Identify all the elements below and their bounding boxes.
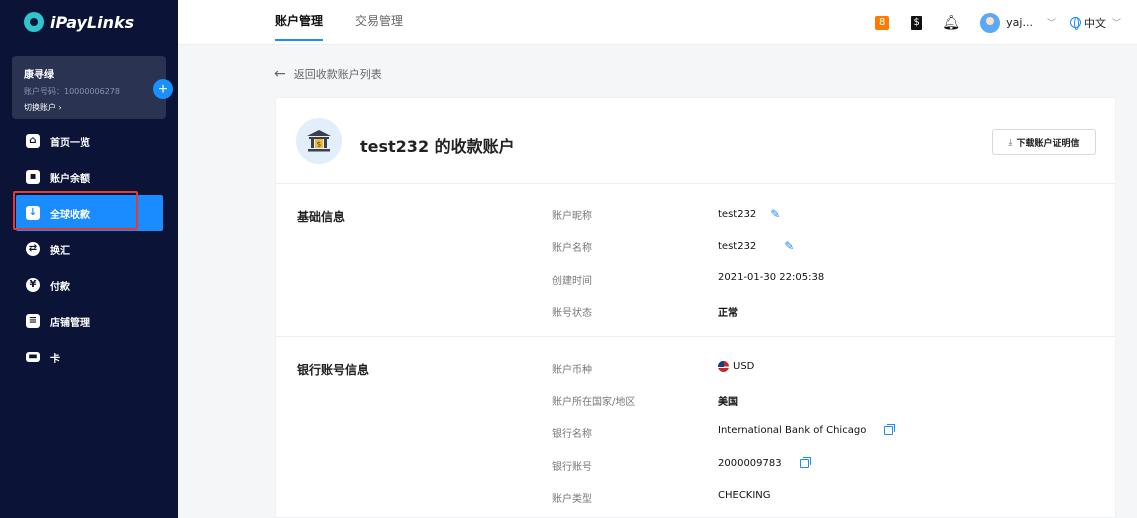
edit-icon[interactable]: ✎ (770, 207, 780, 221)
wallet-icon: ▪ (26, 170, 40, 184)
card-header: $ test232 的收款账户 ⤓ 下载账户证明信 (276, 98, 1115, 184)
back-link-label: 返回收款账户列表 (293, 68, 382, 81)
language-label: 中文 (1083, 16, 1106, 30)
field-value: test232 ✎ (718, 239, 794, 253)
account-card: 康寻绿 账户号码：10000006278 切换账户 › (12, 56, 166, 119)
info-row: 银行账号 2000009783 (276, 457, 1115, 478)
chevron-down-icon[interactable]: ﹀ (1047, 16, 1056, 29)
field-value: test232 ✎ (718, 207, 780, 221)
info-row: 创建时间 2021-01-30 22:05:38 (276, 272, 1115, 292)
badge-icon[interactable]: 8 (875, 15, 890, 30)
info-row: 账号状态 正常 (276, 304, 1115, 324)
app-logo[interactable]: iPayLinks (24, 12, 134, 32)
bell-icon[interactable]: 🔔︎ (942, 15, 960, 31)
account-type-value: CHECKING (718, 490, 771, 501)
account-name-value: test232 (718, 240, 757, 252)
download-certificate-button[interactable]: ⤓ 下载账户证明信 (992, 129, 1096, 155)
field-value: USD (718, 361, 754, 372)
document-icon[interactable]: $ (911, 15, 923, 30)
chevron-down-icon: ﹀ (1111, 19, 1121, 29)
field-value: 2000009783 (718, 457, 811, 469)
top-bar: 账户管理 交易管理 8 $ 🔔︎ yaj... ﹀ 中文 ﹀ (178, 0, 1137, 45)
back-link[interactable]: ← 返回收款账户列表 (274, 66, 382, 82)
sidebar-item-store[interactable]: ≡ 店铺管理 (0, 303, 178, 339)
field-label: 账户名称 (552, 243, 592, 254)
account-number: 账户号码：10000006278 (24, 87, 120, 96)
sidebar-item-label: 店铺管理 (50, 317, 90, 329)
sidebar-item-exchange[interactable]: ⇄ 换汇 (0, 231, 178, 267)
yen-icon: ¥ (26, 278, 40, 292)
exchange-icon: ⇄ (26, 242, 40, 256)
tab-account-management[interactable]: 账户管理 (275, 0, 324, 45)
sidebar-item-home[interactable]: ⌂ 首页一览 (0, 123, 178, 159)
account-name: 康寻绿 (24, 70, 54, 81)
info-row: 账户所在国家/地区 美国 (276, 393, 1115, 413)
field-label: 账户昵称 (552, 211, 592, 222)
download-certificate-label: 下载账户证明信 (1016, 137, 1080, 148)
currency-value: USD (733, 361, 755, 372)
tab-transaction-management[interactable]: 交易管理 (355, 0, 403, 45)
add-account-button[interactable]: + (153, 79, 173, 99)
sidebar-item-balance[interactable]: ▪ 账户余额 (0, 159, 178, 195)
sidebar-item-label: 换汇 (50, 245, 70, 257)
receive-icon: ↓ (26, 206, 40, 220)
sidebar-item-label: 账户余额 (50, 173, 90, 185)
avatar[interactable] (980, 12, 1001, 33)
bank-icon: $ (296, 118, 342, 164)
edit-icon[interactable]: ✎ (784, 239, 794, 253)
logo-text: iPayLinks (50, 12, 135, 32)
info-row: 账户名称 test232 ✎ (276, 239, 1115, 259)
sidebar-item-card[interactable]: ▬ 卡 (0, 339, 178, 375)
account-detail-card: $ test232 的收款账户 ⤓ 下载账户证明信 基础信息 账户昵称 test… (275, 97, 1116, 518)
us-flag-icon (718, 361, 729, 372)
info-row: 账户类型 CHECKING (276, 490, 1115, 510)
field-label: 账号状态 (552, 308, 592, 319)
created-time-value: 2021-01-30 22:05:38 (718, 272, 825, 283)
download-icon: ⤓ (1008, 136, 1013, 147)
field-label: 银行账号 (552, 462, 592, 473)
account-nickname-value: test232 (718, 208, 757, 220)
globe-icon (1069, 17, 1081, 30)
basic-info-section: 基础信息 账户昵称 test232 ✎ 账户名称 test232 ✎ 创建时间 … (276, 184, 1115, 336)
field-label: 账户所在国家/地区 (552, 397, 636, 408)
top-right-tools: 8 $ 🔔︎ yaj... ﹀ 中文 ﹀ (875, 0, 1121, 45)
copy-icon[interactable] (799, 457, 811, 468)
arrow-left-icon: ← (274, 66, 286, 82)
bank-name-value: International Bank of Chicago (718, 425, 867, 436)
store-icon: ≡ (26, 314, 40, 328)
language-selector[interactable]: 中文 ﹀ (1069, 15, 1121, 31)
field-label: 账户币种 (552, 365, 592, 376)
sidebar-item-global-receive[interactable]: ↓ 全球收款 (16, 195, 163, 231)
sidebar-item-label: 付款 (50, 281, 70, 293)
card-icon: ▬ (26, 352, 40, 362)
user-name[interactable]: yaj... (1006, 16, 1033, 29)
info-row: 账户昵称 test232 ✎ (276, 207, 1115, 227)
bank-info-section: 银行账号信息 账户币种 USD 账户所在国家/地区 美国 银行名称 Intern… (276, 337, 1115, 518)
sidebar-item-label: 卡 (50, 353, 60, 365)
field-label: 账户类型 (552, 494, 592, 505)
info-row: 银行名称 International Bank of Chicago (276, 424, 1115, 445)
home-icon: ⌂ (26, 134, 40, 148)
field-label: 创建时间 (552, 276, 592, 287)
copy-icon[interactable] (884, 424, 896, 435)
page-title: test232 的收款账户 (360, 137, 515, 156)
sidebar: iPayLinks 康寻绿 账户号码：10000006278 切换账户 › + … (0, 0, 178, 518)
bank-account-number-value: 2000009783 (718, 458, 782, 469)
sidebar-item-payment[interactable]: ¥ 付款 (0, 267, 178, 303)
field-label: 银行名称 (552, 429, 592, 440)
info-row: 账户币种 USD (276, 361, 1115, 381)
logo-icon (24, 12, 44, 32)
sidebar-nav: ⌂ 首页一览 ▪ 账户余额 ↓ 全球收款 ⇄ 换汇 ¥ 付款 ≡ 店铺管理 ▬ … (0, 123, 178, 375)
sidebar-item-label: 全球收款 (50, 209, 90, 221)
svg-text:$: $ (317, 141, 321, 149)
account-status-value: 正常 (718, 308, 738, 319)
country-value: 美国 (718, 397, 738, 408)
sidebar-item-label: 首页一览 (50, 137, 90, 149)
field-value: International Bank of Chicago (718, 424, 896, 436)
switch-account-link[interactable]: 切换账户 › (24, 102, 154, 113)
